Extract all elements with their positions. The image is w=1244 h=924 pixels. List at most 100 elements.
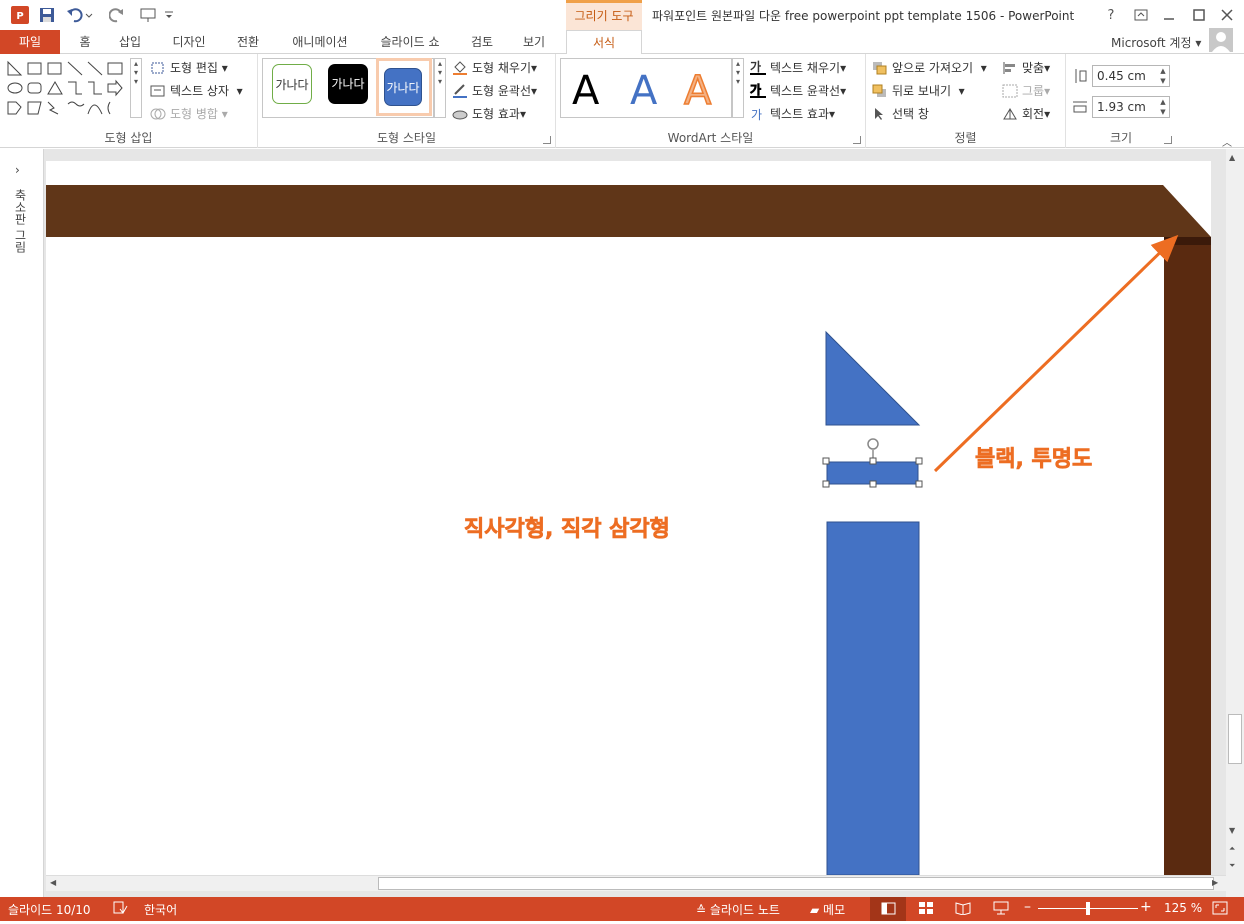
- scroll-up-icon[interactable]: ▲: [1229, 153, 1235, 162]
- tab-review[interactable]: 검토: [462, 30, 502, 54]
- edit-shape-button[interactable]: 도형 편집 ▾: [150, 58, 228, 78]
- right-frame-column[interactable]: [1164, 237, 1211, 875]
- text-box-button[interactable]: 텍스트 상자 ▾: [150, 81, 243, 101]
- shape-width-input[interactable]: 1.93 cm ▲ ▼: [1092, 96, 1170, 118]
- shape-height-spinner[interactable]: ▲ ▼: [1157, 66, 1169, 86]
- account-label: Microsoft 계정: [1111, 36, 1192, 50]
- wordart-launcher-icon[interactable]: [853, 136, 861, 144]
- spell-check-icon[interactable]: [112, 901, 128, 918]
- shape-width-spinner[interactable]: ▲ ▼: [1157, 97, 1169, 117]
- size-launcher-icon[interactable]: [1164, 136, 1172, 144]
- shape-height-icon: [1072, 68, 1088, 87]
- wordart-gallery-scroll[interactable]: ▴ ▾ ▾: [732, 58, 744, 118]
- align-label: 맞춤: [1022, 61, 1045, 75]
- shape-outline-button[interactable]: 도형 윤곽선 ▾: [452, 81, 537, 101]
- merge-shapes-label: 도형 병합: [170, 107, 218, 121]
- notes-button[interactable]: ≙ 슬라이드 노트: [696, 901, 780, 918]
- annotation-rect-triangle[interactable]: 직사각형, 직각 삼각형: [464, 511, 670, 543]
- scroll-right-icon[interactable]: ▶: [1212, 878, 1218, 887]
- tab-home[interactable]: 홈: [70, 30, 100, 54]
- slideshow-button[interactable]: [993, 901, 1009, 918]
- group-label-wordart: WordArt 스타일: [667, 131, 754, 145]
- merge-shapes-button[interactable]: 도형 병합 ▾: [150, 104, 228, 124]
- group-label-shape-styles: 도형 스타일: [376, 131, 436, 145]
- avatar[interactable]: [1209, 28, 1233, 52]
- horizontal-scroll-thumb[interactable]: [378, 877, 1214, 890]
- text-fill-button[interactable]: 가 텍스트 채우기 ▾: [750, 58, 846, 78]
- tab-animations[interactable]: 애니메이션: [280, 30, 360, 54]
- previous-slide-icon[interactable]: ⏶: [1229, 844, 1235, 854]
- selection-pane-button[interactable]: 선택 창: [872, 104, 929, 124]
- text-effects-button[interactable]: 가 텍스트 효과 ▾: [750, 104, 835, 124]
- normal-view-button[interactable]: [870, 897, 906, 921]
- shape-styles-launcher-icon[interactable]: [543, 136, 551, 144]
- vertical-scroll-thumb[interactable]: [1228, 714, 1242, 764]
- account-menu[interactable]: Microsoft 계정 ▾: [1111, 34, 1201, 51]
- align-button[interactable]: 맞춤 ▾: [1002, 58, 1050, 78]
- undo-icon[interactable]: [64, 4, 96, 26]
- save-icon[interactable]: [36, 4, 58, 26]
- top-frame-band[interactable]: [46, 185, 1211, 237]
- tab-view[interactable]: 보기: [514, 30, 554, 54]
- tab-design[interactable]: 디자인: [164, 30, 214, 54]
- shape-style-thumb-outline[interactable]: 가나다: [272, 64, 312, 104]
- edit-shape-icon: [150, 61, 166, 75]
- scroll-down-icon[interactable]: ▼: [1229, 826, 1235, 835]
- shape-gallery-scroll[interactable]: ▴ ▾ ▾: [130, 58, 142, 118]
- redo-icon[interactable]: [106, 4, 128, 26]
- maximize-icon[interactable]: [1186, 4, 1212, 26]
- minimize-icon[interactable]: [1156, 4, 1182, 26]
- tall-rectangle-shape[interactable]: [826, 521, 920, 875]
- fit-to-window-icon[interactable]: [1212, 901, 1228, 918]
- reading-view-button[interactable]: [955, 901, 971, 918]
- wordart-style-black[interactable]: A: [572, 68, 599, 114]
- slide-sorter-button[interactable]: [918, 901, 934, 918]
- tab-format[interactable]: 서식: [566, 30, 642, 55]
- zoom-out-icon[interactable]: –: [1024, 899, 1031, 915]
- group-label: 그룹: [1022, 84, 1045, 98]
- tab-file[interactable]: 파일: [0, 30, 60, 54]
- scroll-left-icon[interactable]: ◀: [50, 878, 56, 887]
- zoom-level[interactable]: 125 %: [1164, 901, 1202, 915]
- shape-fill-button[interactable]: 도형 채우기 ▾: [452, 58, 537, 78]
- ribbon-display-options-icon[interactable]: [1128, 4, 1154, 26]
- zoom-slider-thumb[interactable]: [1086, 902, 1090, 915]
- annotation-black-transparency[interactable]: 블랙, 투명도: [975, 441, 1093, 473]
- zoom-in-icon[interactable]: +: [1140, 899, 1152, 915]
- vertical-scrollbar[interactable]: ▲ ▼ ⏶ ⏷: [1226, 149, 1244, 897]
- shape-style-thumb-blue[interactable]: 가나다: [384, 68, 422, 106]
- shape-style-gallery-scroll[interactable]: ▴ ▾ ▾: [434, 58, 446, 118]
- shape-fill-label: 도형 채우기: [472, 61, 532, 75]
- merge-shapes-icon: [150, 107, 166, 121]
- right-triangle-shape[interactable]: [825, 330, 921, 426]
- rotate-button[interactable]: 회전 ▾: [1002, 104, 1050, 124]
- expand-thumbnails-icon[interactable]: ›: [15, 163, 20, 177]
- tab-slideshow[interactable]: 슬라이드 쇼: [370, 30, 450, 54]
- start-slideshow-icon[interactable]: [136, 4, 160, 26]
- customize-qat-icon[interactable]: [162, 4, 176, 26]
- group-button[interactable]: 그룹 ▾: [1002, 81, 1050, 101]
- rotation-handle-icon[interactable]: [867, 438, 879, 450]
- send-backward-button[interactable]: 뒤로 보내기 ▾: [872, 81, 965, 101]
- help-icon[interactable]: ?: [1098, 4, 1124, 26]
- edit-shape-label: 도형 편집: [170, 61, 218, 75]
- slide-canvas[interactable]: 직사각형, 직각 삼각형 블랙, 투명도: [46, 161, 1211, 875]
- shape-style-thumb-black[interactable]: 가나다: [328, 64, 368, 104]
- bring-forward-button[interactable]: 앞으로 가져오기 ▾: [872, 58, 987, 78]
- language-indicator[interactable]: 한국어: [144, 901, 177, 918]
- tab-insert[interactable]: 삽입: [112, 30, 148, 54]
- thumbnail-pane-label[interactable]: 축소판 그림: [12, 189, 29, 253]
- shape-gallery[interactable]: [6, 60, 128, 120]
- close-icon[interactable]: [1214, 4, 1240, 26]
- tab-transitions[interactable]: 전환: [228, 30, 268, 54]
- shape-effects-button[interactable]: 도형 효과 ▾: [452, 104, 526, 124]
- comments-button[interactable]: ▰ 메모: [810, 901, 845, 918]
- text-outline-button[interactable]: 가 텍스트 윤곽선 ▾: [750, 81, 846, 101]
- wordart-style-blue[interactable]: A: [630, 68, 657, 114]
- collapse-ribbon-icon[interactable]: ︿: [1222, 134, 1232, 149]
- next-slide-icon[interactable]: ⏷: [1229, 861, 1235, 871]
- wordart-style-orange-outline[interactable]: A: [683, 67, 712, 115]
- shape-height-input[interactable]: 0.45 cm ▲ ▼: [1092, 65, 1170, 87]
- annotation-arrow[interactable]: [933, 234, 1179, 473]
- horizontal-scrollbar[interactable]: ◀ ▶: [46, 875, 1226, 891]
